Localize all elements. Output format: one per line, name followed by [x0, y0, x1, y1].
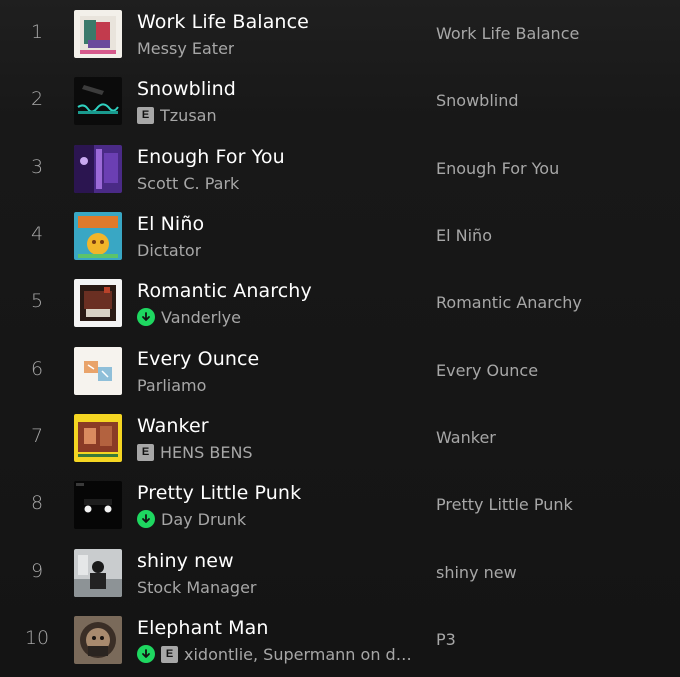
explicit-badge: E — [137, 106, 154, 124]
track-row[interactable]: 2 Snowblind E Tzusan Snowblind — [0, 67, 680, 134]
album-art[interactable] — [74, 145, 122, 193]
track-subline: E HENS BENS — [137, 442, 253, 462]
album-link[interactable]: Pretty Little Punk — [436, 495, 573, 514]
track-number: 7 — [30, 425, 44, 447]
album-art[interactable] — [74, 616, 122, 664]
track-row[interactable]: 8 Pretty Little Punk Day Drunk Pretty Li… — [0, 471, 680, 538]
album-art[interactable] — [74, 414, 122, 462]
track-number: 3 — [30, 156, 44, 178]
track-number: 9 — [30, 560, 44, 582]
downloaded-icon — [137, 645, 155, 663]
artist-link[interactable]: Messy Eater — [137, 39, 234, 58]
album-link[interactable]: El Niño — [436, 226, 492, 245]
album-link[interactable]: Romantic Anarchy — [436, 293, 582, 312]
track-number: 8 — [30, 492, 44, 514]
track-title[interactable]: Elephant Man — [137, 617, 269, 639]
track-number: 4 — [30, 223, 44, 245]
track-row[interactable]: 1 Work Life Balance Messy Eater Work Lif… — [0, 0, 680, 67]
downloaded-icon — [137, 510, 155, 528]
artist-link[interactable]: Day Drunk — [161, 510, 246, 529]
track-subline: Messy Eater — [137, 38, 234, 58]
track-row[interactable]: 3 Enough For You Scott C. Park Enough Fo… — [0, 135, 680, 202]
track-number: 10 — [24, 627, 50, 649]
album-art[interactable] — [74, 549, 122, 597]
album-link[interactable]: Work Life Balance — [436, 24, 579, 43]
track-subline: Vanderlye — [137, 307, 241, 327]
track-title[interactable]: Every Ounce — [137, 348, 259, 370]
track-row[interactable]: 5 Romantic Anarchy Vanderlye Romantic An… — [0, 269, 680, 336]
album-art[interactable] — [74, 212, 122, 260]
album-link[interactable]: P3 — [436, 630, 456, 649]
track-number: 5 — [30, 290, 44, 312]
track-row[interactable]: 7 Wanker E HENS BENS Wanker — [0, 404, 680, 471]
track-number: 6 — [30, 358, 44, 380]
track-number: 2 — [30, 88, 44, 110]
track-subline: Stock Manager — [137, 577, 257, 597]
track-row[interactable]: 10 Elephant Man E xidontlie, Supermann o… — [0, 606, 680, 673]
album-link[interactable]: Snowblind — [436, 91, 519, 110]
artist-link[interactable]: Tzusan — [160, 106, 217, 125]
track-title[interactable]: Snowblind — [137, 78, 236, 100]
tracklist: 1 Work Life Balance Messy Eater Work Lif… — [0, 0, 680, 677]
album-link[interactable]: Wanker — [436, 428, 496, 447]
explicit-badge: E — [137, 443, 154, 461]
track-title[interactable]: Romantic Anarchy — [137, 280, 312, 302]
track-row[interactable]: 6 Every Ounce Parliamo Every Ounce — [0, 337, 680, 404]
track-subline: Scott C. Park — [137, 173, 239, 193]
artist-link[interactable]: HENS BENS — [160, 443, 253, 462]
album-art[interactable] — [74, 481, 122, 529]
track-title[interactable]: Pretty Little Punk — [137, 482, 301, 504]
album-art[interactable] — [74, 279, 122, 327]
artist-link[interactable]: Dictator — [137, 241, 201, 260]
track-subline: E Tzusan — [137, 105, 217, 125]
explicit-badge: E — [161, 645, 178, 663]
track-title[interactable]: Enough For You — [137, 146, 285, 168]
album-art[interactable] — [74, 10, 122, 58]
track-title[interactable]: Wanker — [137, 415, 209, 437]
album-link[interactable]: shiny new — [436, 563, 517, 582]
track-subline: Parliamo — [137, 375, 206, 395]
downloaded-icon — [137, 308, 155, 326]
track-row[interactable]: 4 El Niño Dictator El Niño — [0, 202, 680, 269]
track-title[interactable]: shiny new — [137, 550, 234, 572]
artist-link[interactable]: Parliamo — [137, 376, 206, 395]
track-subline: Dictator — [137, 240, 201, 260]
album-link[interactable]: Every Ounce — [436, 361, 538, 380]
album-art[interactable] — [74, 77, 122, 125]
album-link[interactable]: Enough For You — [436, 159, 559, 178]
artist-link[interactable]: Stock Manager — [137, 578, 257, 597]
album-art[interactable] — [74, 347, 122, 395]
track-title[interactable]: El Niño — [137, 213, 204, 235]
artist-link[interactable]: Vanderlye — [161, 308, 241, 327]
track-subline: E xidontlie, Supermann on da... — [137, 644, 414, 664]
artist-link[interactable]: xidontlie, Supermann on da... — [184, 645, 414, 664]
track-number: 1 — [30, 21, 44, 43]
track-title[interactable]: Work Life Balance — [137, 11, 309, 33]
track-subline: Day Drunk — [137, 509, 246, 529]
artist-link[interactable]: Scott C. Park — [137, 174, 239, 193]
track-row[interactable]: 9 shiny new Stock Manager shiny new — [0, 539, 680, 606]
